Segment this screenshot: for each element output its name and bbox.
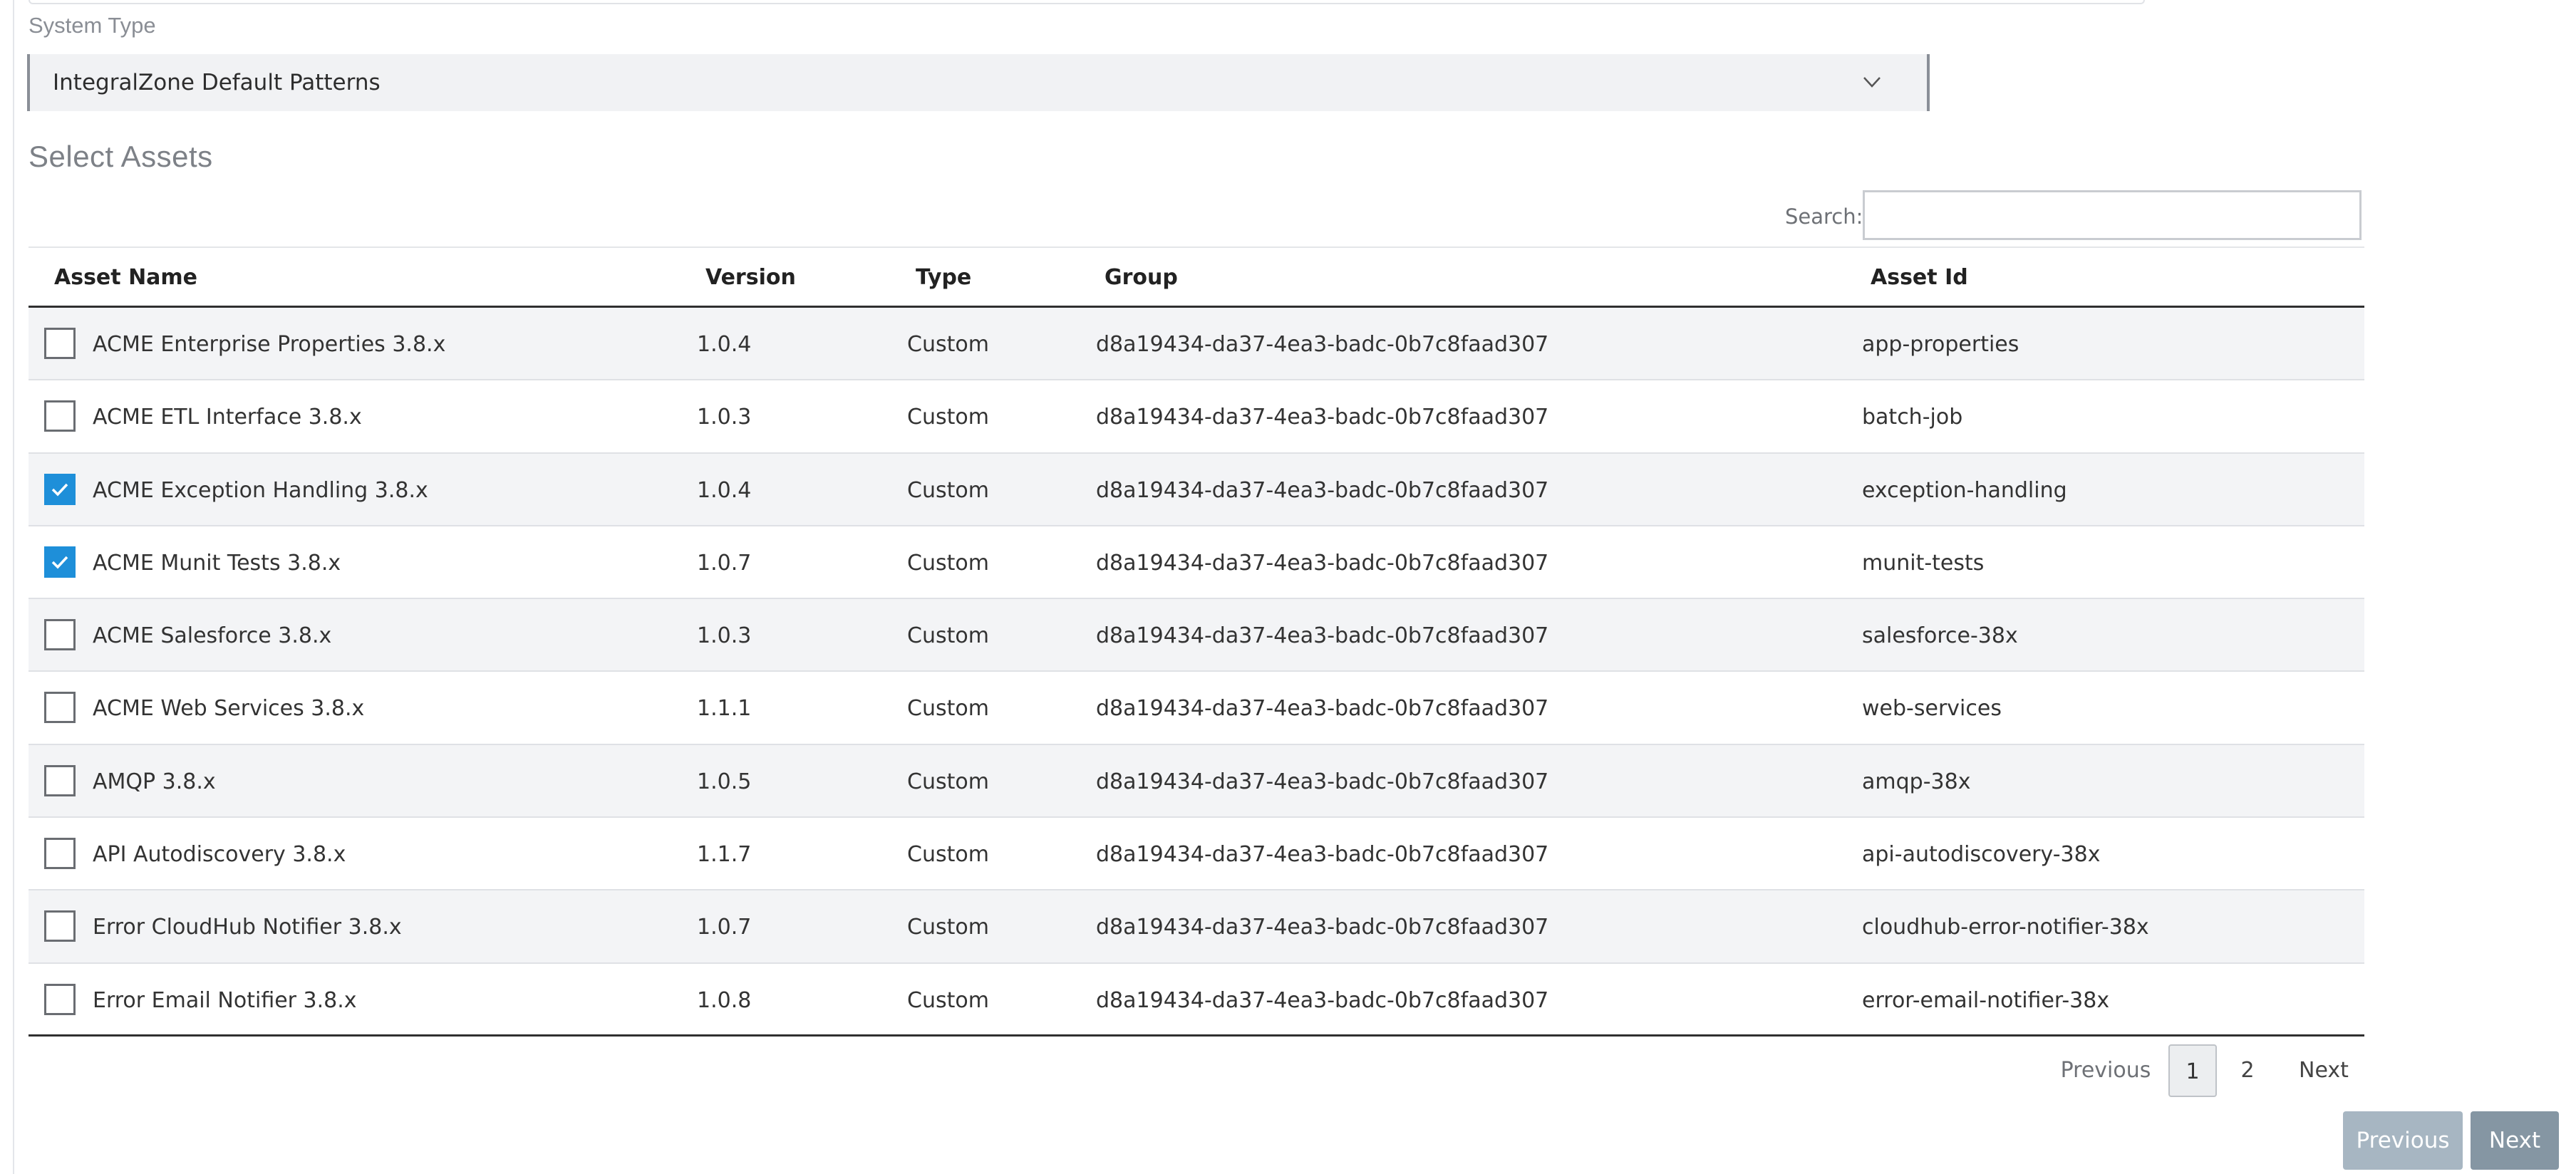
cell-name: ACME Munit Tests 3.8.x [93,550,341,576]
cell-group: d8a19434-da37-4ea3-badc-0b7c8faad307 [1096,987,1549,1013]
row-checkbox[interactable] [44,473,76,505]
cell-group: d8a19434-da37-4ea3-badc-0b7c8faad307 [1096,623,1549,649]
cell-asset-id: batch-job [1862,405,1963,430]
cell-version: 1.0.8 [697,987,752,1013]
cell-name: ACME Web Services 3.8.x [93,696,365,722]
pagination-page-1[interactable]: 1 [2168,1044,2217,1097]
cell-type: Custom [907,623,989,649]
table-header: Asset Name Version Type Group Asset Id [29,246,2364,308]
section-title: Select Assets [29,140,213,173]
cell-group: d8a19434-da37-4ea3-badc-0b7c8faad307 [1096,915,1549,940]
cell-version: 1.0.3 [697,623,752,649]
system-type-value: IntegralZone Default Patterns [53,70,381,95]
cell-name: ACME ETL Interface 3.8.x [93,405,362,430]
assets-table: Asset Name Version Type Group Asset Id A… [29,246,2364,1037]
cell-type: Custom [907,842,989,868]
cell-type: Custom [907,987,989,1013]
cell-version: 1.1.7 [697,842,752,868]
cell-type: Custom [907,477,989,503]
pagination-previous[interactable]: Previous [2052,1044,2159,1097]
cell-type: Custom [907,405,989,430]
cell-version: 1.0.7 [697,550,752,576]
table-row: API Autodiscovery 3.8.x 1.1.7 Custom d8a194… [29,818,2364,891]
search-label: Search: [1785,204,1863,229]
checkmark-icon [51,483,68,497]
header-type[interactable]: Type [916,265,971,290]
cell-asset-id: app-properties [1862,332,2019,357]
previous-field-bottom [29,0,2145,4]
header-group[interactable]: Group [1105,265,1178,290]
cell-name: ACME Salesforce 3.8.x [93,623,332,649]
cell-type: Custom [907,769,989,794]
cell-asset-id: error-email-notifier-38x [1862,987,2110,1013]
cell-name: Error CloudHub Notifier 3.8.x [93,915,402,940]
cell-version: 1.1.1 [697,696,752,722]
cell-version: 1.0.7 [697,915,752,940]
cell-name: API Autodiscovery 3.8.x [93,842,346,868]
cell-group: d8a19434-da37-4ea3-badc-0b7c8faad307 [1096,405,1549,430]
table-row: ACME Munit Tests 3.8.x 1.0.7 Custom d8a1943… [29,526,2364,600]
cell-type: Custom [907,696,989,722]
table-row: ACME Exception Handling 3.8.x 1.0.4 Custom… [29,453,2364,526]
cell-asset-id: exception-handling [1862,477,2067,503]
cell-asset-id: web-services [1862,696,2002,722]
wizard-previous-button[interactable]: Previous [2343,1111,2463,1170]
cell-name: Error Email Notifier 3.8.x [93,987,357,1013]
cell-group: d8a19434-da37-4ea3-badc-0b7c8faad307 [1096,477,1549,503]
row-checkbox[interactable] [44,692,76,724]
row-checkbox[interactable] [44,983,76,1015]
cell-asset-id: api-autodiscovery-38x [1862,842,2101,868]
checkmark-icon [51,556,68,569]
table-row: ACME Salesforce 3.8.x 1.0.3 Custom d8a19434… [29,599,2364,672]
header-version[interactable]: Version [705,265,796,290]
row-checkbox[interactable] [44,764,76,796]
cell-group: d8a19434-da37-4ea3-badc-0b7c8faad307 [1096,842,1549,868]
cell-version: 1.0.4 [697,332,752,357]
row-checkbox[interactable] [44,328,76,359]
header-asset-id[interactable]: Asset Id [1871,265,1968,290]
page-border [13,0,14,1174]
cell-type: Custom [907,550,989,576]
cell-version: 1.0.3 [697,405,752,430]
cell-group: d8a19434-da37-4ea3-badc-0b7c8faad307 [1096,332,1549,357]
table-body: ACME Enterprise Properties 3.8.x 1.0.4 Cus… [29,308,2364,1037]
cell-type: Custom [907,332,989,357]
table-row: ACME ETL Interface 3.8.x 1.0.3 Custom d8a19… [29,380,2364,454]
table-row: ACME Enterprise Properties 3.8.x 1.0.4 Cus… [29,308,2364,381]
table-row: Error Email Notifier 3.8.x 1.0.8 Custom d8a… [29,963,2364,1037]
pagination-page-2[interactable]: 2 [2223,1044,2272,1097]
cell-asset-id: amqp-38x [1862,769,1971,794]
row-checkbox[interactable] [44,619,76,651]
search-input[interactable] [1863,190,2362,240]
cell-version: 1.0.4 [697,477,752,503]
row-checkbox[interactable] [44,400,76,432]
system-type-label: System Type [29,13,156,38]
cell-type: Custom [907,915,989,940]
row-checkbox[interactable] [44,838,76,870]
cell-name: ACME Exception Handling 3.8.x [93,477,428,503]
pagination-next[interactable]: Next [2285,1044,2363,1097]
cell-group: d8a19434-da37-4ea3-badc-0b7c8faad307 [1096,769,1549,794]
pagination: Previous 1 2 Next [0,1044,2576,1097]
cell-version: 1.0.5 [697,769,752,794]
row-checkbox[interactable] [44,546,76,578]
cell-group: d8a19434-da37-4ea3-badc-0b7c8faad307 [1096,696,1549,722]
table-row: AMQP 3.8.x 1.0.5 Custom d8a19434-da37-4ea3-… [29,744,2364,819]
chevron-down-icon [1863,77,1881,88]
cell-asset-id: salesforce-38x [1862,623,2018,649]
cell-group: d8a19434-da37-4ea3-badc-0b7c8faad307 [1096,550,1549,576]
wizard-next-button[interactable]: Next [2471,1111,2559,1170]
system-type-select[interactable]: IntegralZone Default Patterns [27,54,1930,111]
cell-name: AMQP 3.8.x [93,769,216,794]
table-row: Error CloudHub Notifier 3.8.x 1.0.7 Custom… [29,890,2364,964]
cell-name: ACME Enterprise Properties 3.8.x [93,332,446,357]
table-row: ACME Web Services 3.8.x 1.1.1 Custom d8a194… [29,672,2364,745]
cell-asset-id: cloudhub-error-notifier-38x [1862,915,2149,940]
cell-asset-id: munit-tests [1862,550,1985,576]
header-asset-name[interactable]: Asset Name [54,265,197,290]
row-checkbox[interactable] [44,910,76,942]
